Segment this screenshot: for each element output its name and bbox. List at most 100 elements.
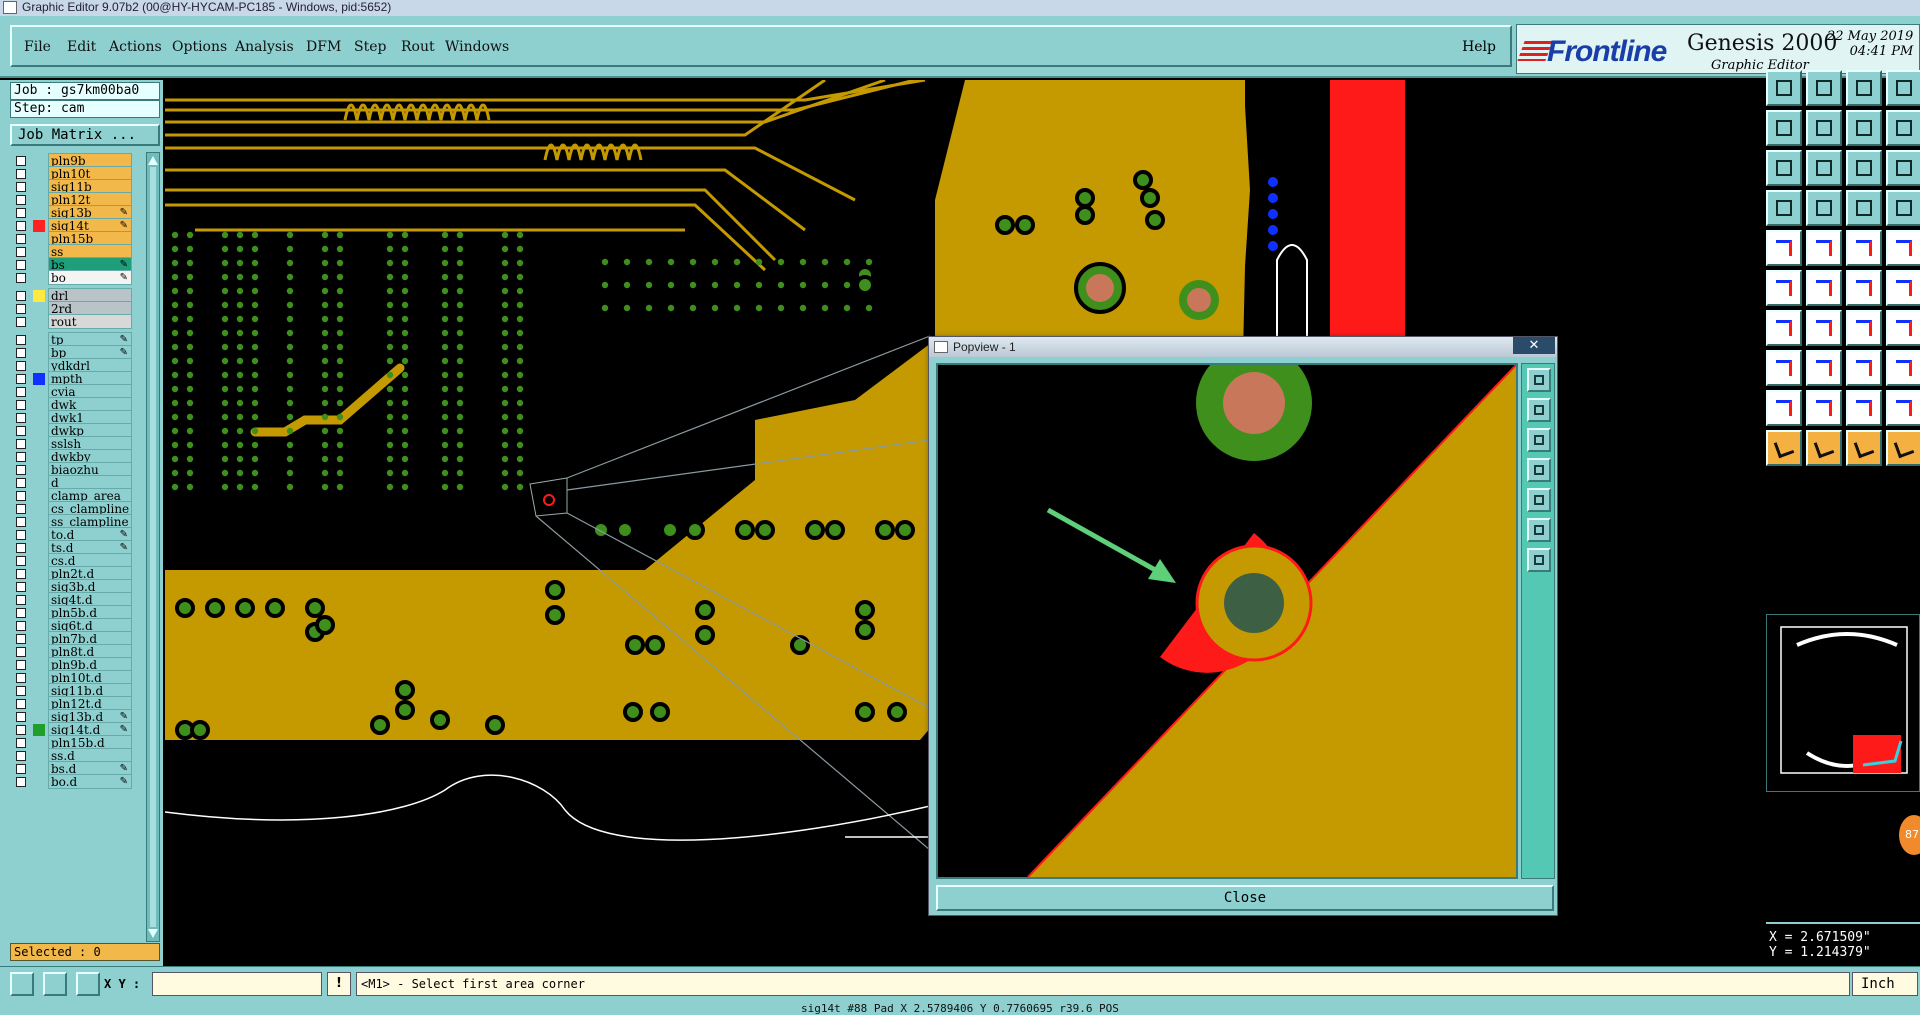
layer-checkbox[interactable] bbox=[16, 530, 26, 540]
popview-zoom[interactable] bbox=[938, 345, 1517, 878]
layer-checkbox[interactable] bbox=[16, 273, 26, 283]
menu-step[interactable]: Step bbox=[354, 39, 386, 55]
corner-tool-button[interactable] bbox=[1886, 430, 1920, 466]
route-tool-button[interactable] bbox=[1886, 270, 1920, 306]
pv-tool-6[interactable] bbox=[1527, 518, 1551, 542]
alert-icon[interactable]: ! bbox=[327, 972, 351, 996]
menu-actions[interactable]: Actions bbox=[109, 39, 162, 55]
units-selector[interactable]: Inch bbox=[1852, 972, 1918, 996]
popview-close-icon[interactable]: ✕ bbox=[1513, 337, 1555, 354]
job-matrix-button[interactable]: Job Matrix ... bbox=[10, 124, 160, 146]
layer-checkbox[interactable] bbox=[16, 517, 26, 527]
layer-checkbox[interactable] bbox=[16, 556, 26, 566]
scroll-down-icon[interactable] bbox=[148, 929, 158, 938]
measure-icon[interactable] bbox=[10, 972, 34, 996]
layer-row[interactable]: rout bbox=[10, 314, 132, 329]
layer-checkbox[interactable] bbox=[16, 374, 26, 384]
surface-tool-button[interactable] bbox=[1886, 310, 1920, 346]
layer-row[interactable]: bo ✎ bbox=[10, 270, 132, 285]
pv-tool-7[interactable] bbox=[1527, 548, 1551, 572]
move-tool-button[interactable] bbox=[1766, 70, 1802, 106]
menu-help[interactable]: Help bbox=[1462, 39, 1496, 55]
poly-tool-button[interactable] bbox=[1886, 390, 1920, 426]
layer-name[interactable]: rout bbox=[48, 314, 132, 329]
popview-window[interactable]: Popview - 1 ✕ Close bbox=[928, 336, 1558, 916]
layer-checkbox[interactable] bbox=[16, 221, 26, 231]
layer-checkbox[interactable] bbox=[16, 348, 26, 358]
layer-checkbox[interactable] bbox=[16, 361, 26, 371]
net-tool-button[interactable] bbox=[1886, 190, 1920, 226]
overview-map[interactable] bbox=[1766, 614, 1920, 792]
xy-input[interactable] bbox=[152, 972, 322, 996]
tp2-tool-button[interactable] bbox=[1886, 350, 1920, 386]
layer-checkbox[interactable] bbox=[16, 751, 26, 761]
layer-checkbox[interactable] bbox=[16, 387, 26, 397]
copy-tool-button[interactable] bbox=[1806, 70, 1842, 106]
view-tool-button[interactable] bbox=[1766, 190, 1802, 226]
select-tool-button[interactable] bbox=[1766, 430, 1802, 466]
scroll-track[interactable] bbox=[150, 167, 156, 927]
pv-tool-5[interactable] bbox=[1527, 488, 1551, 512]
menu-dfm[interactable]: DFM bbox=[306, 39, 341, 55]
layer-checkbox[interactable] bbox=[16, 504, 26, 514]
scroll-up-icon[interactable] bbox=[148, 156, 158, 165]
layer-checkbox[interactable] bbox=[16, 335, 26, 345]
snap-tool-button[interactable] bbox=[1886, 150, 1920, 186]
layer-checkbox[interactable] bbox=[16, 712, 26, 722]
layer-checkbox[interactable] bbox=[16, 234, 26, 244]
layer-checkbox[interactable] bbox=[16, 465, 26, 475]
zoom-tool-button[interactable] bbox=[1846, 150, 1882, 186]
layer-checkbox[interactable] bbox=[16, 156, 26, 166]
layer-checkbox[interactable] bbox=[16, 491, 26, 501]
rule-tool-button[interactable] bbox=[1766, 390, 1802, 426]
layer-checkbox[interactable] bbox=[16, 247, 26, 257]
notification-badge[interactable]: 87 bbox=[1899, 815, 1920, 855]
layer-list-scrollbar[interactable] bbox=[146, 152, 160, 942]
pan-tool-button[interactable] bbox=[1806, 150, 1842, 186]
layer-checkbox[interactable] bbox=[16, 569, 26, 579]
transform-tool-button[interactable] bbox=[1846, 70, 1882, 106]
pv-tool-4[interactable] bbox=[1527, 458, 1551, 482]
layer-checkbox[interactable] bbox=[16, 304, 26, 314]
snap-icon[interactable] bbox=[43, 972, 67, 996]
popview-titlebar[interactable]: Popview - 1 bbox=[929, 337, 1557, 357]
grid-icon[interactable] bbox=[76, 972, 100, 996]
layer-color-swatch[interactable] bbox=[33, 272, 45, 284]
layer-row[interactable]: bo.d ✎ bbox=[10, 774, 132, 789]
layer-checkbox[interactable] bbox=[16, 208, 26, 218]
arc-tool-button[interactable] bbox=[1846, 310, 1882, 346]
layer-name[interactable]: bo ✎ bbox=[48, 270, 132, 285]
pick-tool-button[interactable] bbox=[1846, 430, 1882, 466]
layer-checkbox[interactable] bbox=[16, 647, 26, 657]
layer-checkbox[interactable] bbox=[16, 595, 26, 605]
layer-checkbox[interactable] bbox=[16, 660, 26, 670]
tp-tool-button[interactable] bbox=[1846, 350, 1882, 386]
menu-rout[interactable]: Rout bbox=[401, 39, 435, 55]
layer-checkbox[interactable] bbox=[16, 673, 26, 683]
menu-options[interactable]: Options bbox=[172, 39, 227, 55]
layer-checkbox[interactable] bbox=[16, 426, 26, 436]
popview-canvas[interactable] bbox=[936, 345, 1518, 879]
layer-checkbox[interactable] bbox=[16, 634, 26, 644]
layer-checkbox[interactable] bbox=[16, 478, 26, 488]
layer-checkbox[interactable] bbox=[16, 400, 26, 410]
layer-color-swatch[interactable] bbox=[33, 316, 45, 328]
layer-color-swatch[interactable] bbox=[33, 776, 45, 788]
delete-tool-button[interactable] bbox=[1806, 270, 1842, 306]
add-line-tool-button[interactable] bbox=[1806, 230, 1842, 266]
pv-tool-2[interactable] bbox=[1527, 398, 1551, 422]
menu-analysis[interactable]: Analysis bbox=[235, 39, 294, 55]
layer-checkbox[interactable] bbox=[16, 291, 26, 301]
fit-tool-button[interactable] bbox=[1766, 150, 1802, 186]
pv-tool-3[interactable] bbox=[1527, 428, 1551, 452]
undo-tool-button[interactable] bbox=[1766, 110, 1802, 146]
layer-checkbox[interactable] bbox=[16, 413, 26, 423]
add-pad-tool-button[interactable] bbox=[1766, 230, 1802, 266]
layer-checkbox[interactable] bbox=[16, 260, 26, 270]
select-pad-tool-button[interactable] bbox=[1766, 270, 1802, 306]
pointer-tool-button[interactable] bbox=[1806, 430, 1842, 466]
layer-checkbox[interactable] bbox=[16, 543, 26, 553]
pv-tool-1[interactable] bbox=[1527, 368, 1551, 392]
layer-checkbox[interactable] bbox=[16, 738, 26, 748]
layer-checkbox[interactable] bbox=[16, 686, 26, 696]
